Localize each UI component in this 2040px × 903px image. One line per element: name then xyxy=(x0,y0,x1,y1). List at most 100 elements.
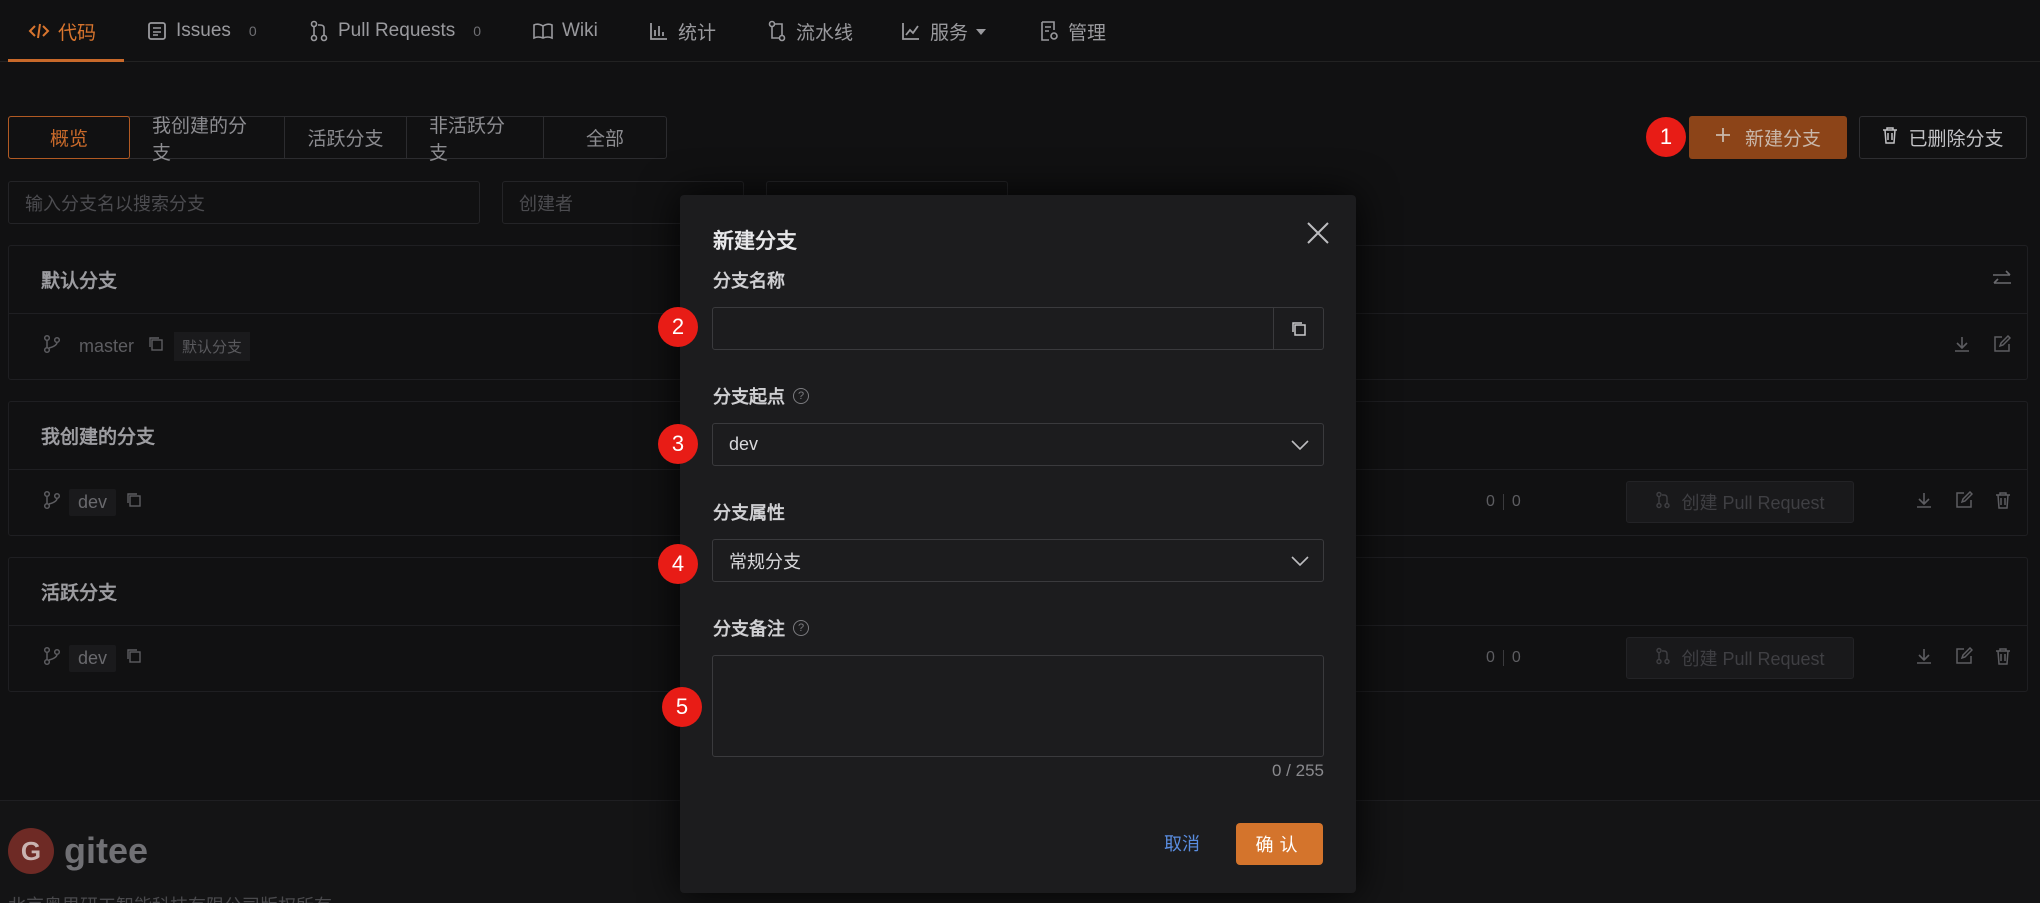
branch-type-select[interactable]: 常规分支 xyxy=(712,539,1324,582)
branch-source-select[interactable]: dev xyxy=(712,423,1324,466)
download-icon[interactable] xyxy=(1915,647,1933,670)
tab-pull-requests[interactable]: Pull Requests 0 xyxy=(308,0,481,62)
pull-request-icon xyxy=(1655,647,1671,670)
chevron-down-icon xyxy=(1291,540,1309,581)
gitee-logo-text: gitee xyxy=(64,830,149,871)
create-pull-request-label: 创建 Pull Request xyxy=(1681,649,1825,669)
behind-count: 0 xyxy=(1511,649,1521,666)
branch-search-placeholder: 输入分支名以搜索分支 xyxy=(25,193,205,214)
bar-chart-icon xyxy=(648,20,670,42)
trash-icon xyxy=(1882,126,1898,150)
issues-count: 0 xyxy=(248,23,257,39)
gitee-logo[interactable]: G gitee xyxy=(8,828,148,874)
issues-icon xyxy=(146,20,168,42)
row-actions xyxy=(1915,470,2011,534)
copy-icon[interactable] xyxy=(126,648,142,669)
create-pull-request-button[interactable]: 创建 Pull Request xyxy=(1626,637,1854,679)
default-branch-badge: 默认分支 xyxy=(174,331,251,361)
tab-wiki[interactable]: Wiki xyxy=(532,0,598,62)
pull-requests-count: 0 xyxy=(473,23,482,39)
tab-active-branches[interactable]: 活跃分支 xyxy=(285,117,407,158)
branch-note-textarea[interactable] xyxy=(712,655,1324,757)
branch-icon xyxy=(43,334,61,359)
trash-icon[interactable] xyxy=(1995,491,2011,514)
tab-overview[interactable]: 概览 xyxy=(8,116,130,159)
tab-stats[interactable]: 统计 xyxy=(648,0,716,62)
tab-inactive-branches[interactable]: 非活跃分支 xyxy=(407,116,544,164)
swap-icon[interactable] xyxy=(1991,268,2013,295)
active-tab-indicator xyxy=(8,59,124,62)
branch-name-field[interactable] xyxy=(712,307,1324,350)
book-icon xyxy=(532,20,554,42)
create-pull-request-button[interactable]: 创建 Pull Request xyxy=(1626,481,1854,523)
repo-nav: 代码 Issues 0 Pull Requests 0 Wiki 统计 流水线 xyxy=(0,0,2040,62)
tab-services-label: 服务 xyxy=(930,22,969,44)
ahead-behind-counts: 0 0 xyxy=(1486,626,1521,690)
step-marker: 5 xyxy=(662,687,702,727)
tab-code-label: 代码 xyxy=(58,22,97,44)
behind-count: 0 xyxy=(1511,493,1521,510)
tab-code[interactable]: 代码 xyxy=(28,0,96,62)
ahead-count: 0 xyxy=(1486,493,1495,510)
tab-issues[interactable]: Issues 0 xyxy=(146,0,257,62)
gitee-logo-mark: G xyxy=(8,828,54,874)
edit-icon[interactable] xyxy=(1955,646,1974,670)
settings-doc-icon xyxy=(1038,20,1060,42)
tab-my-branches[interactable]: 我创建的分支 xyxy=(130,116,285,164)
branch-source-label: 分支起点 ? xyxy=(713,383,809,409)
tab-manage[interactable]: 管理 xyxy=(1038,0,1106,62)
plus-icon xyxy=(1715,127,1731,149)
line-chart-icon xyxy=(900,20,922,42)
dialog-title: 新建分支 xyxy=(713,230,797,253)
branch-name-link[interactable]: master xyxy=(79,336,134,357)
copy-icon[interactable] xyxy=(1273,308,1323,349)
step-marker: 1 xyxy=(1646,117,1686,157)
copy-icon[interactable] xyxy=(126,492,142,513)
help-icon[interactable]: ? xyxy=(793,388,809,404)
copyright-text: 北京奥思研工智能科技有限公司版权所有 xyxy=(8,892,332,903)
branch-note-label-text: 分支备注 xyxy=(713,619,785,639)
divider xyxy=(1502,494,1504,510)
edit-icon[interactable] xyxy=(1955,490,1974,514)
branch-name-link[interactable]: dev xyxy=(69,644,117,672)
deleted-branches-button[interactable]: 已删除分支 xyxy=(1859,116,2027,159)
confirm-button[interactable]: 确认 xyxy=(1236,823,1323,865)
pull-request-icon xyxy=(308,20,330,42)
tab-stats-label: 统计 xyxy=(678,22,717,44)
branch-name-link[interactable]: dev xyxy=(69,488,117,516)
code-icon xyxy=(28,20,50,42)
tab-manage-label: 管理 xyxy=(1068,22,1107,44)
create-pull-request-label: 创建 Pull Request xyxy=(1681,493,1825,513)
cancel-button[interactable]: 取消 xyxy=(1164,823,1200,863)
tab-pipeline-label: 流水线 xyxy=(796,22,854,44)
branch-name-label-text: 分支名称 xyxy=(713,271,785,291)
branch-type-label-text: 分支属性 xyxy=(713,503,785,523)
step-marker: 4 xyxy=(658,544,698,584)
row-actions xyxy=(1915,626,2011,690)
close-icon[interactable] xyxy=(1304,219,1332,247)
ahead-behind-counts: 0 0 xyxy=(1486,470,1521,534)
branch-icon xyxy=(43,646,61,671)
download-icon[interactable] xyxy=(1915,491,1933,514)
new-branch-button[interactable]: 新建分支 xyxy=(1689,116,1847,159)
copy-icon[interactable] xyxy=(148,336,164,357)
branch-type-label: 分支属性 xyxy=(713,499,785,525)
help-icon[interactable]: ? xyxy=(793,620,809,636)
branch-search-input[interactable]: 输入分支名以搜索分支 xyxy=(8,181,480,224)
branch-source-label-text: 分支起点 xyxy=(713,387,785,407)
step-marker: 2 xyxy=(658,307,698,347)
tab-all-branches[interactable]: 全部 xyxy=(544,117,666,158)
new-branch-label: 新建分支 xyxy=(1744,129,1821,150)
note-char-counter: 0 / 255 xyxy=(1272,761,1324,780)
edit-icon[interactable] xyxy=(1993,334,2012,358)
tab-services[interactable]: 服务 xyxy=(900,0,987,62)
branch-note-label: 分支备注 ? xyxy=(713,615,809,641)
tab-pull-requests-label: Pull Requests xyxy=(338,20,456,41)
branch-filter-tabs: 概览 我创建的分支 活跃分支 非活跃分支 全部 xyxy=(8,116,667,164)
trash-icon[interactable] xyxy=(1995,647,2011,670)
creator-placeholder: 创建者 xyxy=(519,193,573,214)
download-icon[interactable] xyxy=(1953,335,1971,358)
tab-pipeline[interactable]: 流水线 xyxy=(766,0,853,62)
deleted-branches-label: 已删除分支 xyxy=(1908,129,2004,150)
branch-type-value: 常规分支 xyxy=(729,551,801,572)
